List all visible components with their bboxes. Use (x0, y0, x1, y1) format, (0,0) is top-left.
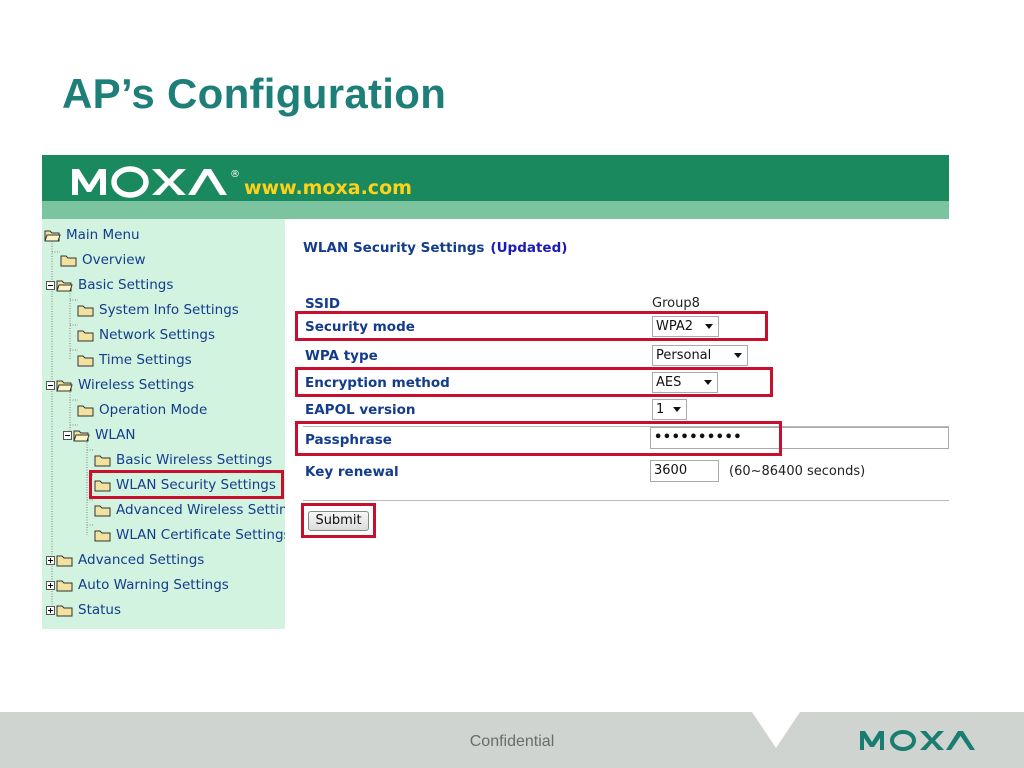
ssid-label: SSID (305, 296, 341, 312)
update-status: (Updated) (490, 240, 568, 256)
sidebar-item-main-menu[interactable]: Main Menu (44, 224, 140, 246)
sidebar-item-wlan[interactable]: WLAN (63, 424, 136, 446)
collapse-icon[interactable] (46, 380, 55, 390)
collapse-icon[interactable] (46, 280, 55, 290)
highlight-wlan-security-settings (89, 470, 284, 499)
folder-icon (60, 254, 77, 267)
folder-icon (77, 304, 94, 317)
folder-icon (77, 354, 94, 367)
main-content: WLAN Security Settings (Updated) SSID Gro… (285, 219, 949, 629)
key-renewal-label: Key renewal (305, 464, 399, 480)
page-title-text: WLAN Security Settings (303, 240, 485, 256)
sidebar-item-status[interactable]: Status (46, 599, 121, 621)
open-folder-icon (44, 229, 61, 242)
sidebar-item-wlan-certificate-settings[interactable]: WLAN Certificate Settings (94, 524, 285, 546)
key-renewal-input[interactable]: 3600 (650, 460, 719, 482)
footer-moxa-logo (858, 728, 1008, 756)
sidebar-tree: Main Menu Overview Basic Settings System… (42, 219, 285, 629)
expand-icon[interactable] (46, 580, 55, 590)
sidebar-item-system-info-settings[interactable]: System Info Settings (77, 299, 239, 321)
sidebar-item-basic-wireless-settings[interactable]: Basic Wireless Settings (94, 449, 272, 471)
key-renewal-hint: (60~86400 seconds) (729, 464, 866, 479)
ssid-value: Group8 (652, 296, 700, 311)
sidebar-item-time-settings[interactable]: Time Settings (77, 349, 192, 371)
dropdown-arrow-icon (673, 407, 681, 412)
sidebar-item-auto-warning-settings[interactable]: Auto Warning Settings (46, 574, 229, 596)
highlight-passphrase (295, 421, 782, 456)
divider (303, 500, 949, 501)
slide-title: AP’s Configuration (62, 70, 447, 117)
banner-stripe (42, 201, 949, 219)
sidebar-item-overview[interactable]: Overview (60, 249, 146, 271)
highlight-security-mode (295, 311, 768, 341)
moxa-logo: ® (70, 163, 242, 203)
folder-icon (56, 604, 73, 617)
folder-icon (77, 404, 94, 417)
wpa-type-value: Personal (656, 348, 712, 363)
folder-icon (77, 329, 94, 342)
sidebar-item-network-settings[interactable]: Network Settings (77, 324, 215, 346)
folder-icon (56, 579, 73, 592)
sidebar-item-wireless-settings[interactable]: Wireless Settings (46, 374, 194, 396)
wpa-type-label: WPA type (305, 348, 378, 364)
open-folder-icon (56, 279, 73, 292)
folder-icon (94, 454, 111, 467)
eapol-version-value: 1 (656, 402, 665, 417)
banner-url[interactable]: www.moxa.com (244, 177, 412, 199)
eapol-version-select[interactable]: 1 (652, 399, 687, 420)
moxa-banner: ® www.moxa.com (42, 155, 949, 219)
collapse-icon[interactable] (63, 430, 72, 440)
expand-icon[interactable] (46, 555, 55, 565)
dropdown-arrow-icon (734, 353, 742, 358)
open-folder-icon (56, 379, 73, 392)
eapol-version-label: EAPOL version (305, 402, 416, 418)
folder-icon (56, 628, 73, 630)
sidebar-item-advanced-settings[interactable]: Advanced Settings (46, 549, 204, 571)
registered-mark: ® (230, 169, 240, 180)
moxa-web-console-screenshot: ® www.moxa.com Main Menu Overview Basic … (42, 155, 949, 629)
sidebar-item-cut-off (46, 623, 73, 629)
highlight-encryption-method (295, 367, 773, 397)
sidebar-item-operation-mode[interactable]: Operation Mode (77, 399, 207, 421)
expand-icon[interactable] (46, 605, 55, 615)
highlight-submit (301, 503, 376, 538)
page-title: WLAN Security Settings (Updated) (303, 240, 567, 256)
wpa-type-select[interactable]: Personal (652, 345, 748, 366)
key-renewal-value: 3600 (654, 463, 688, 478)
folder-icon (94, 529, 111, 542)
open-folder-icon (73, 429, 90, 442)
folder-icon (94, 504, 111, 517)
sidebar-item-advanced-wireless-settings[interactable]: Advanced Wireless Settin (94, 499, 285, 521)
folder-icon (56, 554, 73, 567)
sidebar-item-basic-settings[interactable]: Basic Settings (46, 274, 173, 296)
